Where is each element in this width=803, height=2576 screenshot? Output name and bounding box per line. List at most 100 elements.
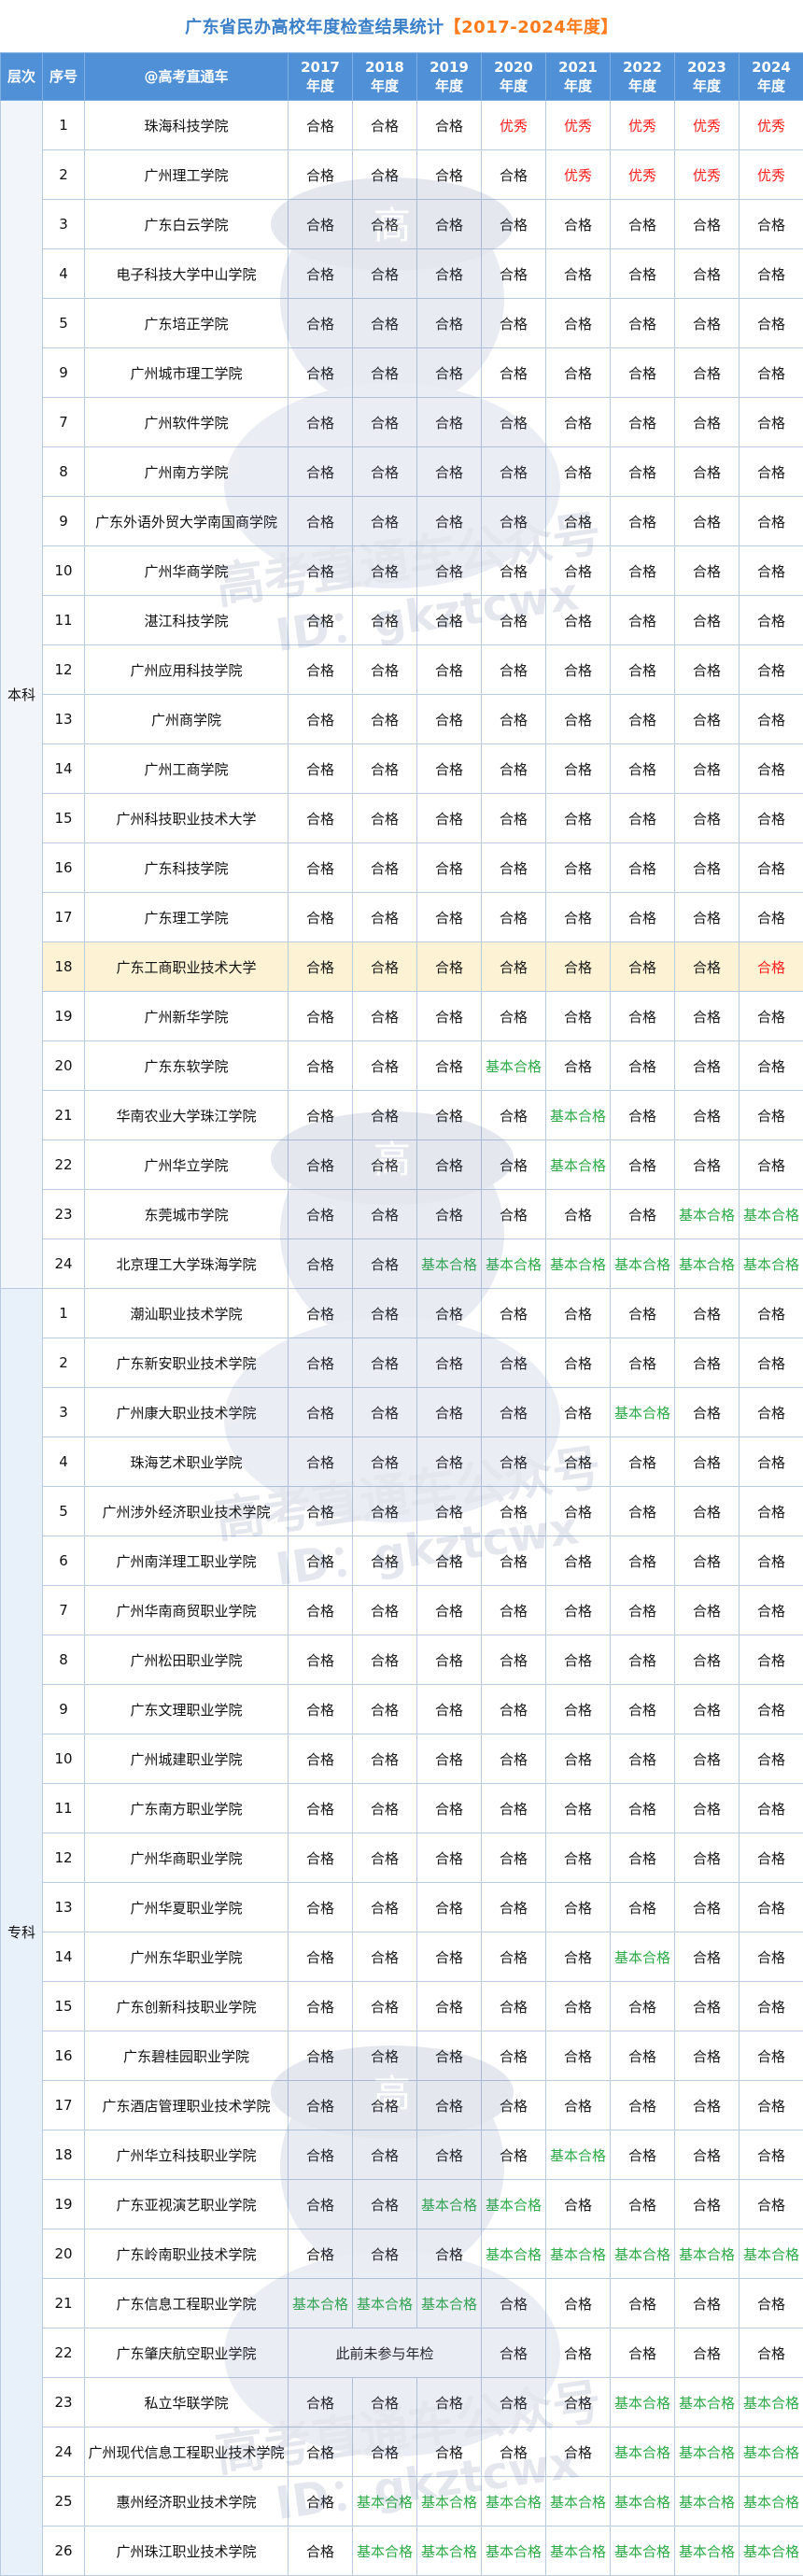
school-name-cell: 广州商学院 bbox=[85, 695, 289, 744]
result-cell: 合格 bbox=[289, 2130, 353, 2180]
result-cell: 合格 bbox=[353, 2031, 417, 2081]
result-cell: 合格 bbox=[611, 2180, 675, 2229]
result-cell: 合格 bbox=[740, 1784, 803, 1833]
result-cell: 合格 bbox=[482, 596, 546, 645]
result-cell: 合格 bbox=[482, 1388, 546, 1437]
note-cell: 此前未参与年检 bbox=[289, 2328, 482, 2378]
index-cell: 11 bbox=[43, 596, 85, 645]
result-cell: 基本合格 bbox=[740, 2229, 803, 2279]
result-cell: 合格 bbox=[482, 1140, 546, 1190]
result-cell: 合格 bbox=[611, 2328, 675, 2378]
result-cell: 合格 bbox=[353, 1536, 417, 1586]
result-cell: 合格 bbox=[740, 2180, 803, 2229]
result-cell: 合格 bbox=[740, 546, 803, 596]
result-cell: 合格 bbox=[611, 1586, 675, 1635]
header-year: 2023年度 bbox=[675, 53, 740, 101]
result-cell: 合格 bbox=[675, 2130, 740, 2180]
result-cell: 合格 bbox=[289, 1635, 353, 1685]
result-cell: 合格 bbox=[740, 1140, 803, 1190]
result-cell: 合格 bbox=[546, 398, 611, 447]
result-cell: 合格 bbox=[353, 1289, 417, 1338]
result-cell: 基本合格 bbox=[353, 2279, 417, 2328]
school-name-cell: 广东肇庆航空职业学院 bbox=[85, 2328, 289, 2378]
result-cell: 合格 bbox=[740, 942, 803, 992]
result-cell: 合格 bbox=[482, 2081, 546, 2130]
result-cell: 合格 bbox=[353, 1883, 417, 1932]
result-cell: 合格 bbox=[417, 1586, 482, 1635]
result-cell: 合格 bbox=[482, 1586, 546, 1635]
index-cell: 18 bbox=[43, 2130, 85, 2180]
result-cell: 基本合格 bbox=[546, 2130, 611, 2180]
result-cell: 合格 bbox=[353, 1487, 417, 1536]
index-cell: 4 bbox=[43, 1437, 85, 1487]
table-row: 25惠州经济职业技术学院合格基本合格基本合格基本合格基本合格基本合格基本合格基本… bbox=[1, 2477, 803, 2526]
header-year: 2019年度 bbox=[417, 53, 482, 101]
result-cell: 合格 bbox=[546, 893, 611, 942]
result-cell: 合格 bbox=[611, 1140, 675, 1190]
result-cell: 合格 bbox=[740, 200, 803, 249]
result-cell: 合格 bbox=[740, 893, 803, 942]
result-cell: 合格 bbox=[546, 497, 611, 546]
result-cell: 优秀 bbox=[675, 150, 740, 200]
index-cell: 9 bbox=[43, 348, 85, 398]
index-cell: 12 bbox=[43, 1833, 85, 1883]
result-cell: 合格 bbox=[546, 645, 611, 695]
index-cell: 14 bbox=[43, 744, 85, 794]
school-name-cell: 广州涉外经济职业技术学院 bbox=[85, 1487, 289, 1536]
school-name-cell: 广州城市理工学院 bbox=[85, 348, 289, 398]
result-cell: 合格 bbox=[611, 1635, 675, 1685]
school-name-cell: 电子科技大学中山学院 bbox=[85, 249, 289, 299]
result-cell: 基本合格 bbox=[675, 2229, 740, 2279]
result-cell: 合格 bbox=[611, 893, 675, 942]
table-row: 16广东碧桂园职业学院合格合格合格合格合格合格合格合格 bbox=[1, 2031, 803, 2081]
table-row: 9广州城市理工学院合格合格合格合格合格合格合格合格 bbox=[1, 348, 803, 398]
result-cell: 合格 bbox=[289, 398, 353, 447]
result-cell: 合格 bbox=[353, 447, 417, 497]
result-cell: 合格 bbox=[740, 2279, 803, 2328]
result-cell: 合格 bbox=[353, 1635, 417, 1685]
result-cell: 合格 bbox=[740, 447, 803, 497]
result-cell: 合格 bbox=[417, 942, 482, 992]
result-cell: 合格 bbox=[740, 1388, 803, 1437]
result-cell: 基本合格 bbox=[675, 2427, 740, 2477]
result-cell: 基本合格 bbox=[482, 2180, 546, 2229]
result-cell: 合格 bbox=[289, 596, 353, 645]
result-cell: 基本合格 bbox=[482, 1041, 546, 1091]
result-cell: 合格 bbox=[289, 546, 353, 596]
school-name-cell: 潮汕职业技术学院 bbox=[85, 1289, 289, 1338]
result-cell: 合格 bbox=[482, 200, 546, 249]
table-row: 10广州华商学院合格合格合格合格合格合格合格合格 bbox=[1, 546, 803, 596]
index-cell: 23 bbox=[43, 1190, 85, 1239]
result-cell: 合格 bbox=[417, 1932, 482, 1982]
result-cell: 合格 bbox=[353, 695, 417, 744]
level-cell: 专科 bbox=[1, 1289, 43, 2576]
result-cell: 合格 bbox=[417, 2427, 482, 2477]
result-cell: 合格 bbox=[417, 1338, 482, 1388]
table-row: 7广州华南商贸职业学院合格合格合格合格合格合格合格合格 bbox=[1, 1586, 803, 1635]
table-row: 15广州科技职业技术大学合格合格合格合格合格合格合格合格 bbox=[1, 794, 803, 843]
result-cell: 合格 bbox=[482, 1536, 546, 1586]
school-name-cell: 广州南方学院 bbox=[85, 447, 289, 497]
result-cell: 合格 bbox=[546, 1932, 611, 1982]
result-cell: 合格 bbox=[675, 794, 740, 843]
index-cell: 7 bbox=[43, 1586, 85, 1635]
result-cell: 合格 bbox=[417, 1388, 482, 1437]
table-row: 22广州华立学院合格合格合格合格基本合格合格合格合格 bbox=[1, 1140, 803, 1190]
result-cell: 基本合格 bbox=[675, 1190, 740, 1239]
result-cell: 合格 bbox=[611, 1982, 675, 2031]
result-cell: 合格 bbox=[417, 1833, 482, 1883]
school-name-cell: 广州华南商贸职业学院 bbox=[85, 1586, 289, 1635]
result-cell: 合格 bbox=[482, 794, 546, 843]
result-cell: 合格 bbox=[417, 843, 482, 893]
result-cell: 合格 bbox=[417, 101, 482, 150]
result-cell: 合格 bbox=[675, 1932, 740, 1982]
result-cell: 合格 bbox=[482, 546, 546, 596]
result-cell: 合格 bbox=[675, 398, 740, 447]
result-cell: 合格 bbox=[740, 645, 803, 695]
result-cell: 合格 bbox=[417, 1635, 482, 1685]
result-cell: 合格 bbox=[740, 1338, 803, 1388]
result-cell: 合格 bbox=[353, 1982, 417, 2031]
result-cell: 合格 bbox=[353, 1833, 417, 1883]
result-cell: 合格 bbox=[740, 596, 803, 645]
school-name-cell: 广东外语外贸大学南国商学院 bbox=[85, 497, 289, 546]
